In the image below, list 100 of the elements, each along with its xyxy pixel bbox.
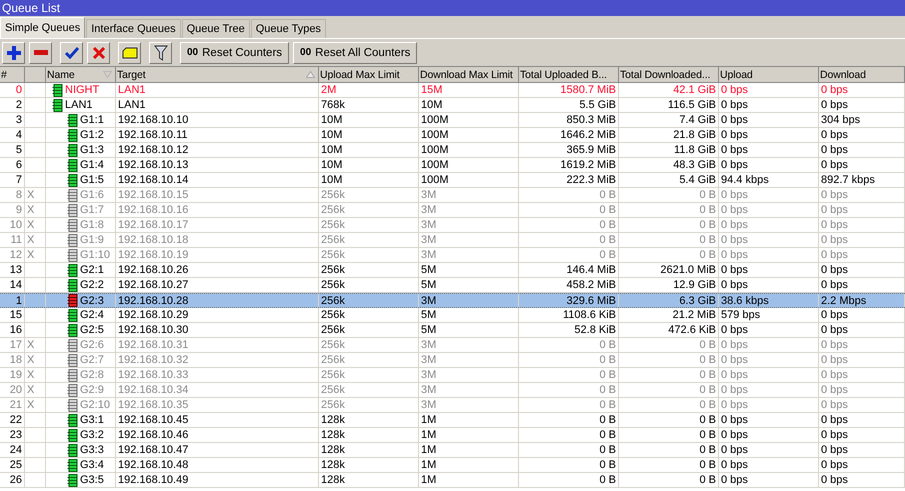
table-cell: 0 bps bbox=[721, 219, 748, 231]
table-cell: 0 bps bbox=[721, 384, 748, 396]
remove-button[interactable] bbox=[29, 42, 52, 64]
table-row[interactable]: 22 G3:1 192.168.10.45 128k 1M 0 B 0 B 0 bps 0 bps bbox=[0, 413, 905, 428]
tab[interactable]: Simple Queues bbox=[0, 17, 86, 38]
add-button[interactable] bbox=[2, 42, 25, 64]
table-row[interactable]: 23 G3:2 192.168.10.46 128k 1M 0 B 0 B 0 bps 0 bps bbox=[0, 428, 905, 443]
flag-label: X bbox=[27, 384, 34, 396]
table-cell: 256k bbox=[321, 204, 345, 216]
tab[interactable]: Queue Tree bbox=[182, 19, 250, 38]
enable-button[interactable] bbox=[60, 42, 83, 64]
table-cell: 0 bps bbox=[721, 234, 748, 246]
reset-button[interactable]: 00 Reset Counters bbox=[180, 42, 290, 64]
row-number: 0 bbox=[16, 84, 22, 96]
tab[interactable]: Interface Queues bbox=[86, 19, 181, 38]
table-cell: 0 bps bbox=[721, 159, 748, 171]
table-cell: 0 bps bbox=[821, 459, 848, 471]
column-header[interactable]: Download bbox=[819, 67, 905, 82]
table-row[interactable]: 3 G1:1 192.168.10.10 10M 100M 850.3 MiB 7.4 GiB 0 bps 304 bps bbox=[0, 113, 905, 128]
table-cell: 192.168.10.34 bbox=[118, 384, 188, 396]
table-cell: 0 B bbox=[599, 474, 616, 486]
flag-label: X bbox=[27, 369, 34, 381]
table-cell: 0 bps bbox=[721, 279, 748, 291]
table-cell: 0 bps bbox=[721, 99, 748, 111]
table-cell: 256k bbox=[321, 294, 345, 306]
table-cell: 100M bbox=[421, 144, 449, 156]
column-header[interactable]: Download Max Limit bbox=[419, 67, 519, 82]
row-number: 22 bbox=[10, 414, 22, 426]
table-row[interactable]: 5 G1:3 192.168.10.12 10M 100M 365.9 MiB 11.8 GiB 0 bps 0 bps bbox=[0, 143, 905, 158]
row-number: 8 bbox=[16, 189, 22, 201]
table-row[interactable]: 0 NIGHT LAN1 2M 15M 1580.7 MiB 42.1 GiB 0 bps 0 bps bbox=[0, 83, 905, 98]
column-header[interactable]: Upload bbox=[719, 67, 819, 82]
table-cell: 0 bps bbox=[721, 129, 748, 141]
table-row[interactable]: 24 G3:3 192.168.10.47 128k 1M 0 B 0 B 0 bps 0 bps bbox=[0, 443, 905, 458]
table-cell: 0 B bbox=[699, 249, 716, 261]
table-cell: 256k bbox=[321, 399, 345, 411]
table-cell: 15M bbox=[421, 84, 442, 96]
filter-button[interactable] bbox=[149, 42, 172, 64]
reset-button[interactable]: 00 Reset All Counters bbox=[293, 42, 418, 64]
table-cell: 0 bps bbox=[721, 324, 748, 336]
table-cell: 5.4 GiB bbox=[679, 174, 716, 186]
table-cell: 256k bbox=[321, 354, 345, 366]
table-cell: 1M bbox=[421, 459, 436, 471]
table-cell: 256k bbox=[321, 234, 345, 246]
checkmark-icon bbox=[64, 46, 78, 58]
table-cell: 0 B bbox=[599, 249, 616, 261]
column-header[interactable]: # bbox=[0, 67, 25, 82]
table-cell: 3M bbox=[421, 219, 436, 231]
flag-label: X bbox=[27, 204, 34, 216]
column-header[interactable]: Upload Max Limit bbox=[319, 67, 419, 82]
column-header[interactable]: Target bbox=[116, 67, 319, 82]
row-number: 14 bbox=[10, 279, 22, 291]
table-cell: 0 B bbox=[699, 219, 716, 231]
disable-button[interactable] bbox=[87, 42, 110, 64]
table-row[interactable]: 7 G1:5 192.168.10.14 10M 100M 222.3 MiB 5.4 GiB 94.4 kbps 892.7 kbps bbox=[0, 173, 905, 188]
table-cell: 0 bps bbox=[721, 444, 748, 456]
table-cell: 0 bps bbox=[821, 99, 848, 111]
table-cell: 192.168.10.47 bbox=[118, 444, 188, 456]
column-header[interactable]: Total Downloaded... bbox=[619, 67, 719, 82]
table-cell: 0 bps bbox=[821, 219, 848, 231]
table-row[interactable]: 13 G2:1 192.168.10.26 256k 5M 146.4 MiB 2621.0 MiB 0 bps 0 bps bbox=[0, 263, 905, 278]
table-cell: 0 bps bbox=[821, 189, 848, 201]
row-number: 6 bbox=[16, 159, 22, 171]
table-row[interactable]: 26 G3:5 192.168.10.49 128k 1M 0 B 0 B 0 bps 0 bps bbox=[0, 473, 905, 488]
queue-name: G1:9 bbox=[80, 234, 104, 246]
table-cell: 0 B bbox=[699, 459, 716, 471]
table-cell: 3M bbox=[421, 204, 436, 216]
table-row[interactable]: 6 G1:4 192.168.10.13 10M 100M 1619.2 MiB 48.3 GiB 0 bps 0 bps bbox=[0, 158, 905, 173]
table-cell: 10M bbox=[321, 174, 342, 186]
row-number: 17 bbox=[10, 339, 22, 351]
table-row[interactable]: 2 LAN1 LAN1 768k 10M 5.5 GiB 116.5 GiB 0 bps 0 bps bbox=[0, 98, 905, 113]
column-header[interactable]: Name bbox=[46, 67, 116, 82]
column-header[interactable]: Total Uploaded B... bbox=[519, 67, 619, 82]
table-cell: 10M bbox=[421, 99, 442, 111]
table-row[interactable]: 1 G2:3 192.168.10.28 256k 3M 329.6 MiB 6.3 GiB 38.6 kbps 2.2 Mbps bbox=[0, 293, 905, 308]
table-cell: 0 B bbox=[599, 189, 616, 201]
queue-name: G1:3 bbox=[80, 144, 104, 156]
table-row[interactable]: 16 G2:5 192.168.10.30 256k 5M 52.8 KiB 472.6 KiB 0 bps 0 bps bbox=[0, 323, 905, 338]
table-cell: 0 bps bbox=[821, 399, 848, 411]
table-cell: 192.168.10.49 bbox=[118, 474, 188, 486]
tab[interactable]: Queue Types bbox=[250, 19, 326, 38]
table-cell: 10M bbox=[321, 114, 342, 126]
table-cell: 10M bbox=[321, 129, 342, 141]
table-cell: 21.2 MiB bbox=[672, 309, 716, 321]
row-number: 10 bbox=[10, 219, 22, 231]
queue-name: G3:5 bbox=[80, 474, 104, 486]
table-cell: 0 bps bbox=[721, 399, 748, 411]
row-number: 15 bbox=[10, 309, 22, 321]
table-cell: 5M bbox=[421, 324, 436, 336]
table-cell: 0 B bbox=[699, 234, 716, 246]
queue-name: G2:3 bbox=[80, 294, 104, 306]
table-row[interactable]: 4 G1:2 192.168.10.11 10M 100M 1646.2 MiB 21.8 GiB 0 bps 0 bps bbox=[0, 128, 905, 143]
table-cell: 0 bps bbox=[821, 204, 848, 216]
comment-button[interactable] bbox=[118, 42, 141, 64]
queue-name: G3:1 bbox=[80, 414, 104, 426]
table-row[interactable]: 25 G3:4 192.168.10.48 128k 1M 0 B 0 B 0 bps 0 bps bbox=[0, 458, 905, 473]
table-cell: 192.168.10.26 bbox=[118, 264, 188, 276]
note-icon bbox=[122, 46, 138, 58]
row-number: 12 bbox=[10, 249, 22, 261]
table-row[interactable]: 15 G2:4 192.168.10.29 256k 5M 1108.6 KiB 21.2 MiB 579 bps 0 bps bbox=[0, 308, 905, 323]
